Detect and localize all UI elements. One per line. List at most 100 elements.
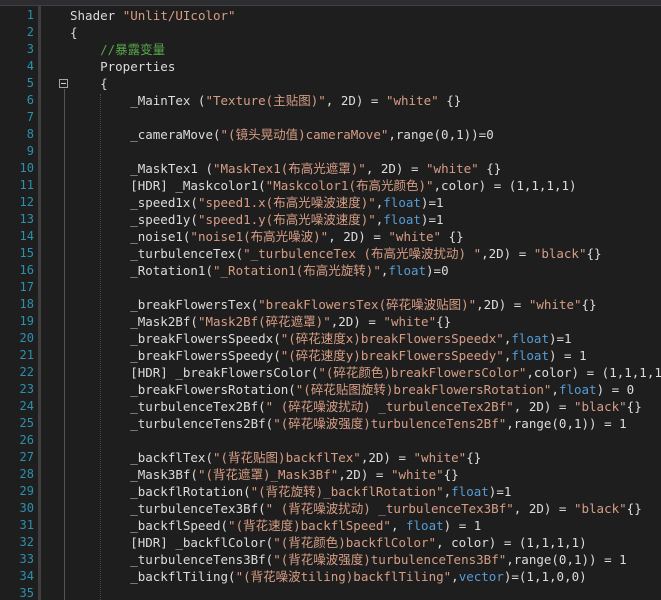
code-line[interactable]: _breakFlowersRotation("(碎花贴图旋转)breakFlow… — [70, 381, 634, 398]
code-token: "black" — [573, 399, 627, 414]
code-line[interactable]: { — [70, 75, 108, 92]
code-token: " (碎花噪波扰动) _turbulenceTex2Bf" — [265, 399, 514, 414]
code-token: "Mask2Bf(碎花遮罩)" — [197, 314, 331, 329]
code-token: ,2D) = — [338, 467, 391, 482]
code-token: ,color) = (1,1,1,1) — [433, 178, 577, 193]
code-token: "(背花噪波tiling)backflTiling" — [235, 569, 452, 584]
code-token: ) = 0 — [596, 382, 635, 397]
code-token: float — [406, 518, 444, 533]
code-token: " (背花噪波扰动) _turbulenceTex3Bf" — [265, 501, 514, 516]
code-line[interactable]: { — [70, 24, 78, 41]
code-token: float — [451, 484, 489, 499]
code-line[interactable]: _turbulenceTens2Bf("(碎花噪波强度)turbulenceTe… — [70, 415, 626, 432]
code-line[interactable]: _turbulenceTens3Bf("(背花噪波强度)turbulenceTe… — [70, 551, 627, 568]
code-token: _noise1( — [70, 229, 191, 244]
line-number: 34 — [19, 569, 34, 583]
code-line[interactable]: _turbulenceTex("_turbulenceTex (布高光噪波扰动)… — [70, 245, 601, 262]
code-token: "Unlit/UIcolor" — [122, 8, 236, 23]
code-line[interactable]: _breakFlowersSpeedx("(碎花速度x)breakFlowers… — [70, 330, 571, 347]
line-number: 23 — [19, 382, 34, 396]
code-token: _turbulenceTex3Bf( — [70, 501, 266, 516]
code-token: //暴露变量 — [100, 42, 166, 57]
code-token: "black" — [533, 246, 587, 261]
code-token: { — [70, 76, 108, 91]
code-token: float — [558, 382, 597, 397]
code-line[interactable]: _turbulenceTex2Bf(" (碎花噪波扰动) _turbulence… — [70, 398, 642, 415]
code-line[interactable]: _backflRotation("(背花旋转)_backflRotation",… — [70, 483, 511, 500]
code-token: ,range(0,1)) = 1 — [506, 552, 627, 567]
code-token: ,2D) = — [476, 297, 529, 312]
code-line[interactable]: _noise1("noise1(布高光噪波)", 2D) = "white" {… — [70, 228, 464, 245]
code-token: [HDR] _backflColor( — [70, 535, 274, 550]
code-line[interactable]: _speed1x("speed1.x(布高光噪波速度)",float)=1 — [70, 194, 443, 211]
code-line[interactable]: _backflTiling("(背花噪波tiling)backflTiling"… — [70, 568, 586, 585]
code-line[interactable]: _cameraMove("(镜头晃动值)cameraMove",range(0,… — [70, 126, 494, 143]
code-token: , — [451, 569, 459, 584]
line-number: 10 — [19, 161, 34, 175]
line-number: 25 — [19, 416, 34, 430]
code-token: Properties — [70, 59, 176, 74]
code-line[interactable]: _breakFlowersSpeedy("(碎花速度y)breakFlowers… — [70, 347, 586, 364]
line-number: 1 — [26, 8, 34, 22]
line-number: 4 — [26, 59, 34, 73]
code-line[interactable]: Shader "Unlit/UIcolor" — [70, 7, 236, 24]
code-token: "(碎花贴图旋转)breakFlowersRotation" — [295, 382, 552, 397]
code-line[interactable]: [HDR] _Maskcolor1("Maskcolor1(布高光颜色)",co… — [70, 177, 577, 194]
code-token: "white" — [383, 314, 437, 329]
code-token: "white" — [388, 229, 442, 244]
code-token: _Mask2Bf( — [70, 314, 198, 329]
code-line[interactable]: _turbulenceTex3Bf(" (背花噪波扰动) _turbulence… — [70, 500, 642, 517]
code-line[interactable]: [HDR] _backflColor("(背花颜色)backflColor", … — [70, 534, 587, 551]
code-token: "white" — [528, 297, 582, 312]
code-line[interactable]: _Rotation1("_Rotation1(布高光旋转)",float)=0 — [70, 262, 448, 279]
code-token: "MaskTex1(布高光遮罩)" — [213, 161, 366, 176]
code-token: _breakFlowersTex( — [70, 297, 259, 312]
collapse-toggle-icon[interactable] — [59, 79, 68, 88]
code-line[interactable]: [HDR] _breakFlowersColor("(碎花颜色)breakFlo… — [70, 364, 661, 381]
code-token: { — [70, 25, 78, 40]
code-token: "white" — [385, 93, 439, 108]
code-line[interactable]: _backflSpeed("(背花速度)backflSpeed", float)… — [70, 517, 481, 534]
code-token: "(碎花噪波强度)turbulenceTens2Bf" — [273, 416, 507, 431]
code-line[interactable]: _speed1y("speed1.y(布高光噪波速度)",float)=1 — [70, 211, 443, 228]
code-token: "breakFlowersTex(碎花噪波贴图)" — [258, 297, 477, 312]
line-number: 12 — [19, 195, 34, 209]
code-line[interactable]: Properties — [70, 58, 175, 75]
code-token: _backflRotation( — [70, 484, 251, 499]
code-line[interactable]: _breakFlowersTex("breakFlowersTex(碎花噪波贴图… — [70, 296, 597, 313]
code-line[interactable]: _backflTex("(背花贴图)backflTex",2D) = "whit… — [70, 449, 481, 466]
code-token: _breakFlowersRotation( — [70, 382, 296, 397]
code-token: ,range(0,1))=0 — [388, 127, 494, 142]
code-token: {} — [441, 229, 464, 244]
code-token: ,2D) = — [330, 314, 384, 329]
code-token: , 2D) = — [513, 501, 574, 516]
code-token: float — [383, 195, 421, 210]
code-token: _breakFlowersSpeedy( — [70, 348, 281, 363]
code-token: {} — [626, 501, 642, 516]
code-line[interactable]: _Mask2Bf("Mask2Bf(碎花遮罩)",2D) = "white"{} — [70, 313, 451, 330]
code-editor[interactable]: 1 2 3 4 5 6 7 8 9 10 11 12 13 14 15 16 17 18 19 20 21 22 23 24 2… — [0, 0, 661, 600]
code-token: {} — [581, 297, 597, 312]
line-number: 17 — [19, 280, 34, 294]
code-token: , color) = (1,1,1,1) — [436, 535, 587, 550]
code-token: "speed1.y(布高光噪波速度)" — [197, 212, 376, 227]
line-number: 35 — [19, 586, 34, 600]
code-token: _breakFlowersSpeedx( — [70, 331, 281, 346]
outline-guide — [64, 89, 65, 600]
line-number: 18 — [19, 297, 34, 311]
code-token: )=1 — [488, 484, 512, 499]
line-number: 6 — [26, 93, 34, 107]
line-number: 31 — [19, 518, 34, 532]
code-line[interactable]: _Mask3Bf("(背花遮罩)_Mask3Bf",2D) = "white"{… — [70, 466, 458, 483]
code-token: "black" — [573, 501, 627, 516]
code-line[interactable]: //暴露变量 — [70, 41, 165, 58]
code-token: float — [388, 263, 427, 278]
code-token: "(背花噪波强度)turbulenceTens3Bf" — [273, 552, 507, 567]
code-token: [HDR] _breakFlowersColor( — [70, 365, 319, 380]
code-line[interactable]: _MainTex ("Texture(主贴图)", 2D) = "white" … — [70, 92, 461, 109]
code-line[interactable]: _MaskTex1 ("MaskTex1(布高光遮罩)", 2D) = "whi… — [70, 160, 501, 177]
line-number: 2 — [26, 25, 34, 39]
code-token: float — [511, 331, 549, 346]
code-token: {} — [436, 314, 452, 329]
line-number: 24 — [19, 399, 34, 413]
